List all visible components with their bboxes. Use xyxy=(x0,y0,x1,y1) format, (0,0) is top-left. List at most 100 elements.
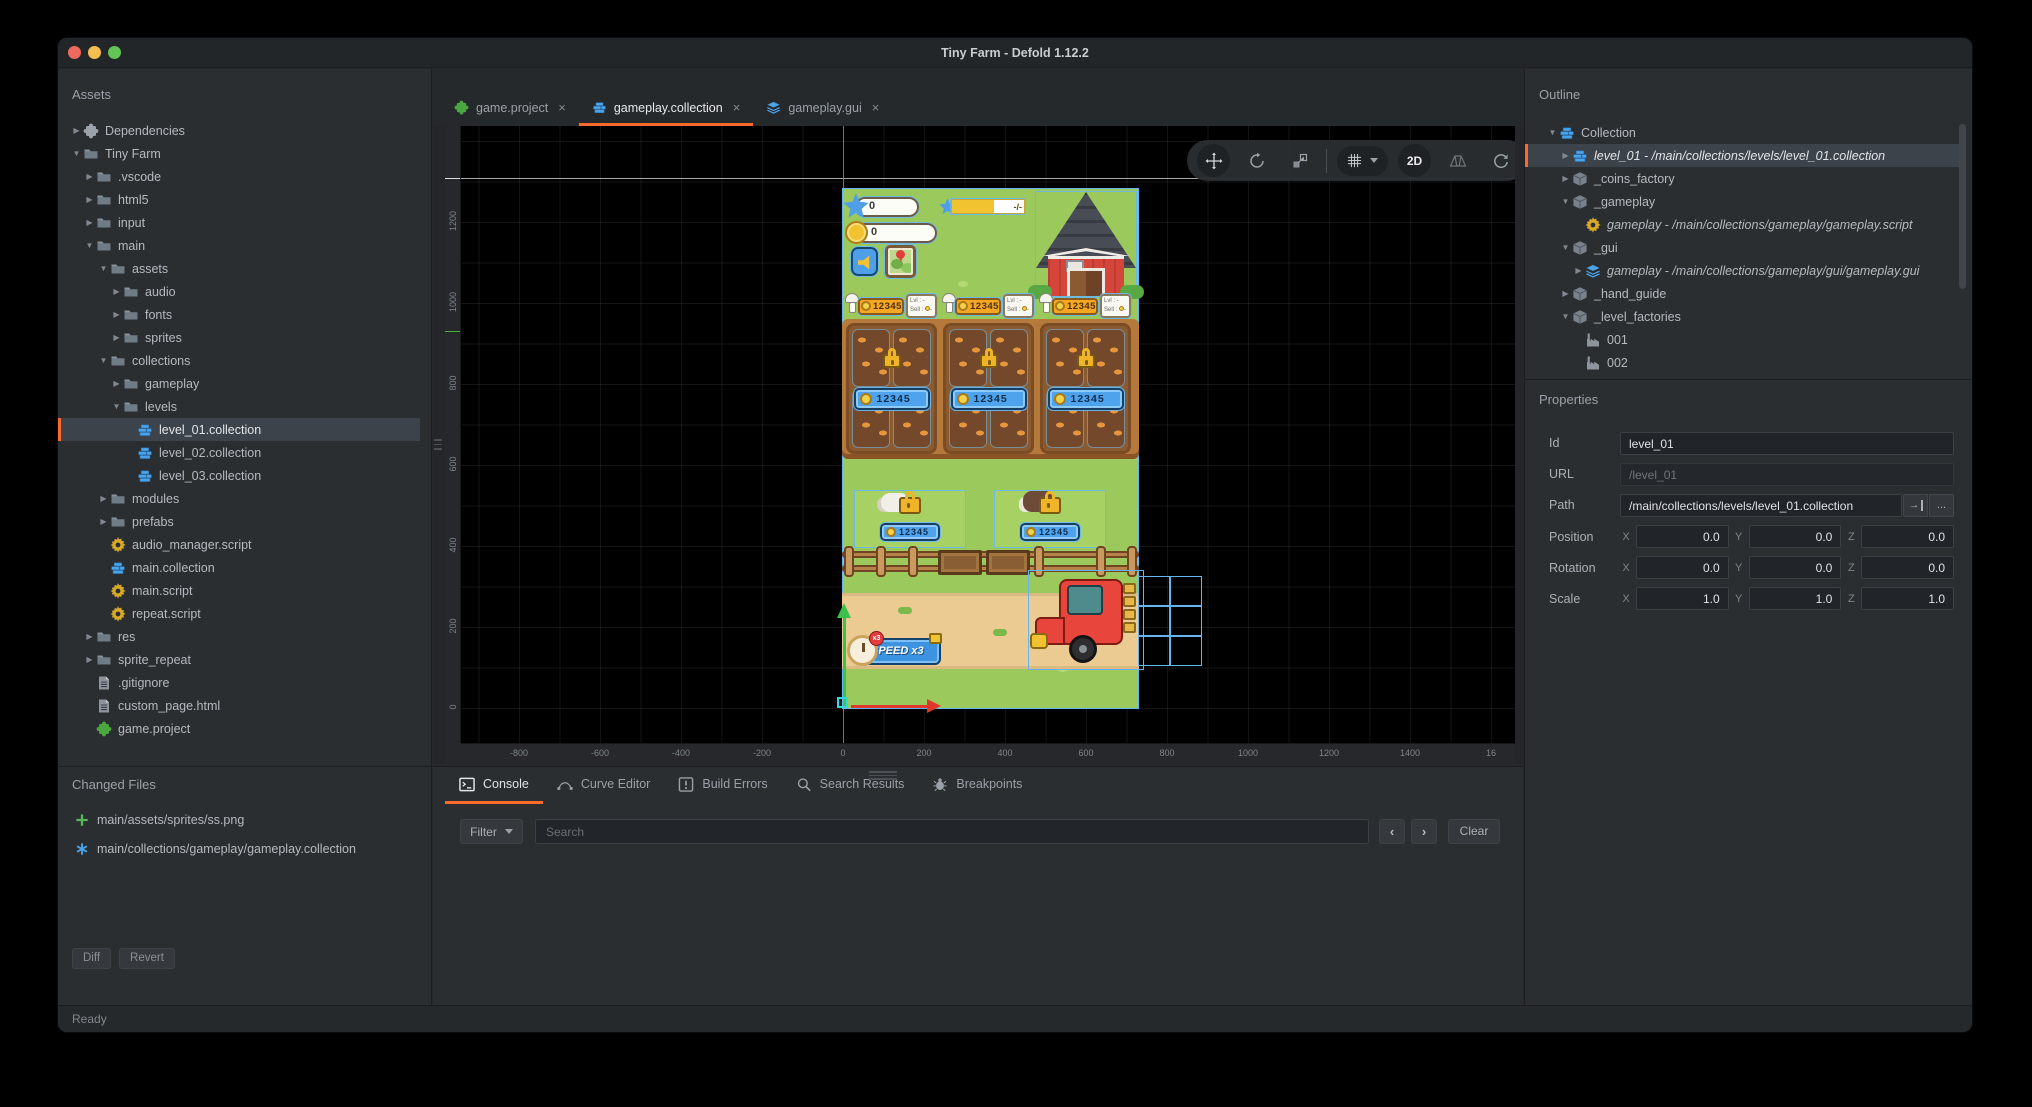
asset-tree-item[interactable]: repeat.script xyxy=(58,602,420,625)
outline-tree-item[interactable]: level_01 - /main/collections/levels/leve… xyxy=(1525,144,1961,167)
barn[interactable] xyxy=(1036,192,1136,296)
expand-arrow-icon[interactable] xyxy=(1559,174,1572,183)
asset-tree-item[interactable]: main xyxy=(58,234,420,257)
rotate-tool-button[interactable] xyxy=(1240,144,1273,177)
editor-tab[interactable]: game.project × xyxy=(441,92,579,126)
outline-tree-item[interactable]: _level_factories xyxy=(1525,305,1961,328)
console-tab[interactable]: Console xyxy=(445,767,543,804)
scene-canvas[interactable]: 0 0 -/- xyxy=(461,126,1515,743)
outline-tree-item[interactable]: _hand_guide xyxy=(1525,282,1961,305)
asset-tree-item[interactable]: Dependencies xyxy=(58,119,420,142)
expand-arrow-icon[interactable] xyxy=(1559,289,1572,298)
gizmo-y-arrowhead[interactable] xyxy=(837,603,851,618)
gizmo-x-arrowhead[interactable] xyxy=(927,699,941,713)
expand-arrow-icon[interactable] xyxy=(83,655,96,664)
console-tab[interactable]: Search Results xyxy=(782,767,919,804)
reset-camera-button[interactable] xyxy=(1484,144,1515,177)
asset-tree-item[interactable]: prefabs xyxy=(58,510,420,533)
expand-arrow-icon[interactable] xyxy=(97,517,110,526)
asset-tree-item[interactable]: sprites xyxy=(58,326,420,349)
asset-tree-item[interactable]: levels xyxy=(58,395,420,418)
outline-tree-item[interactable]: _gui xyxy=(1525,236,1961,259)
farm-plot[interactable]: 12345 xyxy=(846,323,937,454)
asset-tree-item[interactable]: modules xyxy=(58,487,420,510)
asset-tree-item[interactable]: assets xyxy=(58,257,420,280)
gizmo-x-axis[interactable] xyxy=(851,705,927,708)
revert-button[interactable]: Revert xyxy=(119,948,175,969)
asset-tree-item[interactable]: audio_manager.script xyxy=(58,533,420,556)
scale-tool-button[interactable] xyxy=(1283,144,1316,177)
outline-tree-item[interactable]: 001 xyxy=(1525,328,1961,351)
expand-arrow-icon[interactable] xyxy=(97,356,110,365)
outline-tree-item[interactable]: gameplay - /main/collections/gameplay/gu… xyxy=(1525,259,1961,282)
animal-pen[interactable]: 12345 xyxy=(855,491,965,547)
id-field[interactable] xyxy=(1620,432,1954,455)
titlebar[interactable]: Tiny Farm - Defold 1.12.2 xyxy=(58,38,1972,68)
expand-arrow-icon[interactable] xyxy=(70,126,83,135)
game-scene[interactable]: 0 0 -/- xyxy=(843,189,1138,708)
close-tab-icon[interactable]: × xyxy=(733,100,741,115)
outline-tree-item[interactable]: _gameplay xyxy=(1525,190,1961,213)
asset-tree-item[interactable]: html5 xyxy=(58,188,420,211)
close-tab-icon[interactable]: × xyxy=(558,100,566,115)
y-value-field[interactable] xyxy=(1749,525,1842,548)
expand-arrow-icon[interactable] xyxy=(110,402,123,411)
outline-tree-item[interactable]: 002 xyxy=(1525,351,1961,373)
asset-tree-item[interactable]: Tiny Farm xyxy=(58,142,420,165)
z-value-field[interactable] xyxy=(1861,587,1954,610)
changed-file-item[interactable]: main/assets/sprites/ss.png xyxy=(58,805,431,834)
grid-settings-button[interactable] xyxy=(1337,146,1388,176)
asset-tree-item[interactable]: .gitignore xyxy=(58,671,420,694)
console-tab[interactable]: Curve Editor xyxy=(543,767,664,804)
expand-arrow-icon[interactable] xyxy=(70,149,83,158)
expand-arrow-icon[interactable] xyxy=(83,195,96,204)
sound-button[interactable] xyxy=(851,247,878,276)
expand-arrow-icon[interactable] xyxy=(83,172,96,181)
console-tab[interactable]: Build Errors xyxy=(664,767,781,804)
expand-arrow-icon[interactable] xyxy=(1546,128,1559,137)
y-value-field[interactable] xyxy=(1749,556,1842,579)
expand-arrow-icon[interactable] xyxy=(1559,243,1572,252)
expand-arrow-icon[interactable] xyxy=(1572,266,1585,275)
map-button[interactable] xyxy=(885,245,916,278)
panel-splitter-grip[interactable] xyxy=(434,436,442,453)
expand-arrow-icon[interactable] xyxy=(110,310,123,319)
editor-tab[interactable]: gameplay.collection × xyxy=(579,92,753,126)
asset-tree-item[interactable]: .vscode xyxy=(58,165,420,188)
animal-pen[interactable]: 12345 xyxy=(995,491,1105,547)
next-match-button[interactable]: › xyxy=(1411,819,1437,844)
x-value-field[interactable] xyxy=(1636,587,1729,610)
gizmo-y-axis[interactable] xyxy=(843,618,846,708)
asset-tree-item[interactable]: level_02.collection xyxy=(58,441,420,464)
asset-tree-item[interactable]: audio xyxy=(58,280,420,303)
farm-plot[interactable]: 12345 xyxy=(1040,323,1131,454)
outline-tree-item[interactable]: gameplay - /main/collections/gameplay/ga… xyxy=(1525,213,1961,236)
z-value-field[interactable] xyxy=(1861,556,1954,579)
expand-arrow-icon[interactable] xyxy=(1559,151,1572,160)
editor-tab[interactable]: gameplay.gui × xyxy=(753,92,892,126)
asset-tree-item[interactable]: input xyxy=(58,211,420,234)
farm-plot[interactable]: 12345 xyxy=(943,323,1034,454)
asset-tree-item[interactable]: main.collection xyxy=(58,556,420,579)
go-to-resource-button[interactable]: → xyxy=(1903,494,1928,517)
prev-match-button[interactable]: ‹ xyxy=(1379,819,1405,844)
clear-console-button[interactable]: Clear xyxy=(1448,819,1500,844)
x-value-field[interactable] xyxy=(1636,525,1729,548)
expand-arrow-icon[interactable] xyxy=(83,241,96,250)
z-value-field[interactable] xyxy=(1861,525,1954,548)
expand-arrow-icon[interactable] xyxy=(1559,312,1572,321)
x-value-field[interactable] xyxy=(1636,556,1729,579)
asset-tree-item[interactable]: game.project xyxy=(58,717,420,740)
asset-tree-item[interactable]: fonts xyxy=(58,303,420,326)
filter-dropdown[interactable]: Filter xyxy=(460,819,523,844)
close-tab-icon[interactable]: × xyxy=(872,100,880,115)
2d-mode-button[interactable]: 2D xyxy=(1398,144,1431,177)
expand-arrow-icon[interactable] xyxy=(110,287,123,296)
asset-tree-item[interactable]: custom_page.html xyxy=(58,694,420,717)
expand-arrow-icon[interactable] xyxy=(1559,197,1572,206)
move-tool-button[interactable] xyxy=(1197,144,1230,177)
frustum-culling-button[interactable] xyxy=(1441,144,1474,177)
asset-tree-item[interactable]: gameplay xyxy=(58,372,420,395)
expand-arrow-icon[interactable] xyxy=(83,218,96,227)
browse-resource-button[interactable]: ... xyxy=(1929,494,1954,517)
